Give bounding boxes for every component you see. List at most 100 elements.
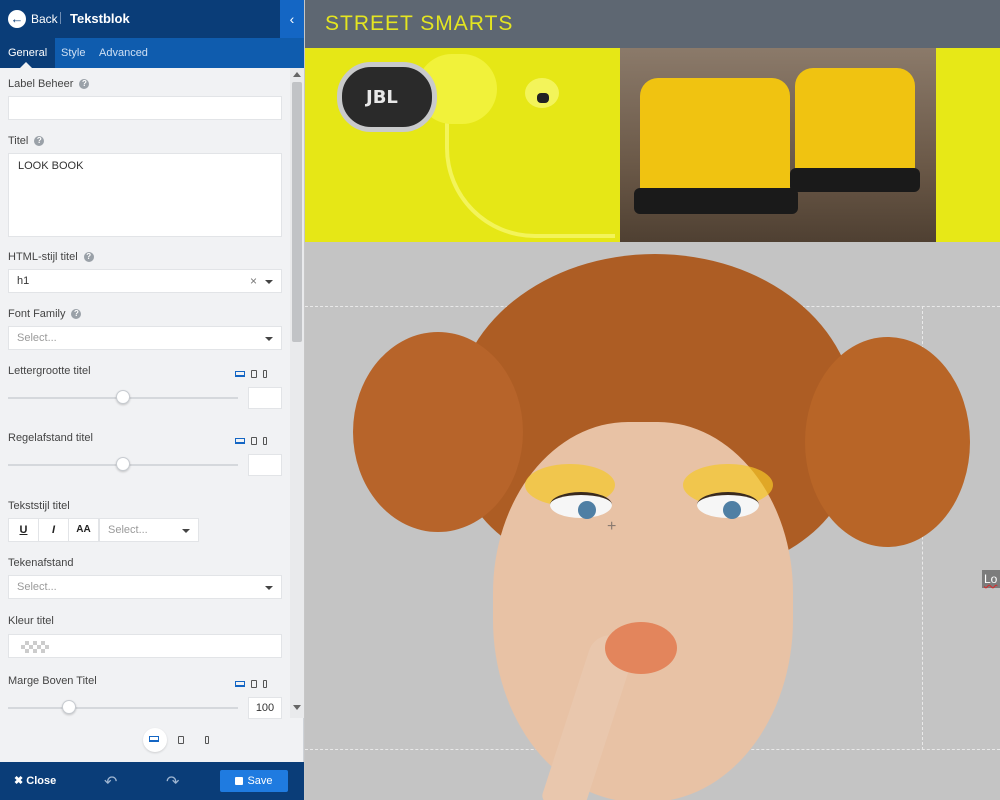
italic-button[interactable]: I xyxy=(38,518,69,542)
tablet-icon[interactable] xyxy=(251,679,257,688)
earbuds-image: JBL xyxy=(305,48,620,242)
regelafstand-label: Regelafstand titel xyxy=(8,432,93,444)
chevron-down-icon xyxy=(265,337,273,341)
responsive-toggle xyxy=(235,675,273,693)
tekenafstand-label: Tekenafstand xyxy=(8,557,74,569)
regelafstand-input[interactable] xyxy=(248,454,282,476)
jbl-logo: JBL xyxy=(366,87,398,108)
redo-icon[interactable]: ↷ xyxy=(166,772,179,792)
tablet-icon[interactable] xyxy=(251,436,257,445)
marge-boven-label: Marge Boven Titel xyxy=(8,675,97,687)
save-icon xyxy=(235,777,244,786)
phone-preview-button[interactable] xyxy=(196,728,220,752)
text-element-edge[interactable]: Lo xyxy=(982,570,1000,588)
sidebar-footer: ✖ Close ↶ ↷ Save xyxy=(0,762,304,800)
product-banner[interactable]: JBL xyxy=(305,48,1000,242)
undo-icon[interactable]: ↶ xyxy=(104,772,117,792)
help-icon[interactable]: ? xyxy=(79,79,90,90)
tekenafstand-select[interactable]: Select... xyxy=(8,575,282,599)
general-settings-panel: Label Beheer? Titel? LOOK BOOK HTML-stij… xyxy=(0,68,290,760)
laptop-icon xyxy=(149,736,159,742)
label-beheer-input[interactable] xyxy=(8,96,282,120)
tab-advanced[interactable]: Advanced xyxy=(99,38,148,68)
panel-title: Tekstblok xyxy=(70,11,130,26)
earbud-tip-core xyxy=(537,93,549,103)
help-icon[interactable]: ? xyxy=(71,309,82,320)
text-transform-select[interactable]: Select... xyxy=(99,518,199,542)
scrollbar-thumb[interactable] xyxy=(292,82,302,342)
tab-style[interactable]: Style xyxy=(61,38,85,68)
phone-icon xyxy=(205,736,209,744)
phone-icon[interactable] xyxy=(263,369,267,378)
save-label: Save xyxy=(247,775,273,787)
save-button[interactable]: Save xyxy=(220,770,288,792)
transparent-swatch[interactable] xyxy=(21,641,49,653)
scroll-down-icon[interactable] xyxy=(293,705,301,710)
arrow-left-icon[interactable]: ← xyxy=(8,10,26,28)
tablet-icon[interactable] xyxy=(251,369,257,378)
responsive-toggle xyxy=(235,365,273,383)
add-element-icon[interactable]: + xyxy=(607,518,616,536)
lettergrootte-label: Lettergrootte titel xyxy=(8,365,91,377)
underline-button[interactable]: U xyxy=(8,518,39,542)
font-family-placeholder: Select... xyxy=(17,332,57,344)
lettergrootte-slider-thumb[interactable] xyxy=(116,390,130,404)
close-icon: ✖ xyxy=(14,775,24,787)
collapse-sidebar-button[interactable]: ‹ xyxy=(280,0,304,38)
earbud-cable xyxy=(445,118,615,238)
lettergrootte-input[interactable] xyxy=(248,387,282,409)
tekenafstand-placeholder: Select... xyxy=(17,581,57,593)
tab-advanced-label: Advanced xyxy=(99,47,148,59)
desktop-preview-button[interactable] xyxy=(143,728,167,752)
laptop-icon[interactable] xyxy=(235,437,245,444)
titel-textarea[interactable]: LOOK BOOK xyxy=(8,153,282,237)
hair-bun-right xyxy=(805,337,970,547)
uppercase-button[interactable]: AA xyxy=(68,518,99,542)
back-button[interactable]: Back xyxy=(31,12,58,26)
jbl-earbud: JBL xyxy=(337,62,437,132)
settings-sidebar: ← Back Tekstblok ‹ General Style Advance… xyxy=(0,0,304,800)
titel-label: Titel? xyxy=(8,135,45,147)
close-label: Close xyxy=(26,775,57,787)
topbar-divider xyxy=(60,12,61,24)
site-title[interactable]: STREET SMARTS xyxy=(325,12,513,36)
laptop-icon[interactable] xyxy=(235,370,245,377)
titel-value: LOOK BOOK xyxy=(18,160,84,172)
font-family-label: Font Family? xyxy=(8,308,82,320)
clear-icon[interactable]: × xyxy=(250,270,257,292)
hero-section[interactable]: + Lo xyxy=(305,242,1000,800)
chevron-left-icon: ‹ xyxy=(289,11,295,27)
titel-text: Titel xyxy=(8,135,29,147)
tab-general[interactable]: General xyxy=(0,38,56,68)
help-icon[interactable]: ? xyxy=(83,252,94,263)
marge-boven-slider[interactable] xyxy=(8,707,238,709)
kleur-label: Kleur titel xyxy=(8,615,54,627)
marge-boven-slider-thumb[interactable] xyxy=(62,700,76,714)
html-stijl-select[interactable]: h1 × xyxy=(8,269,282,293)
iris-left xyxy=(578,501,596,519)
eye-left xyxy=(550,492,612,519)
tablet-icon xyxy=(178,736,184,744)
hair-bun-left xyxy=(353,332,523,532)
chevron-down-icon xyxy=(265,280,273,284)
tablet-preview-button[interactable] xyxy=(170,728,194,752)
boot-left-sole xyxy=(634,188,798,214)
phone-icon[interactable] xyxy=(263,679,267,688)
marge-boven-input[interactable]: 100 xyxy=(248,697,282,719)
html-stijl-value: h1 xyxy=(17,275,30,287)
font-family-select[interactable]: Select... xyxy=(8,326,282,350)
text-transform-placeholder: Select... xyxy=(108,524,148,536)
close-button[interactable]: ✖ Close xyxy=(14,774,56,787)
regelafstand-slider-thumb[interactable] xyxy=(116,457,130,471)
tab-general-label: General xyxy=(8,47,48,59)
page-preview-canvas[interactable]: STREET SMARTS JBL + Lo xyxy=(305,0,1000,800)
kleur-picker[interactable] xyxy=(8,634,282,658)
help-icon[interactable]: ? xyxy=(34,136,45,147)
laptop-icon[interactable] xyxy=(235,680,245,687)
panel-scrollbar[interactable] xyxy=(290,68,304,718)
boot-left xyxy=(640,78,790,196)
phone-icon[interactable] xyxy=(263,436,267,445)
scroll-up-icon[interactable] xyxy=(293,72,301,77)
iris-right xyxy=(723,501,741,519)
boot-right xyxy=(795,68,915,178)
